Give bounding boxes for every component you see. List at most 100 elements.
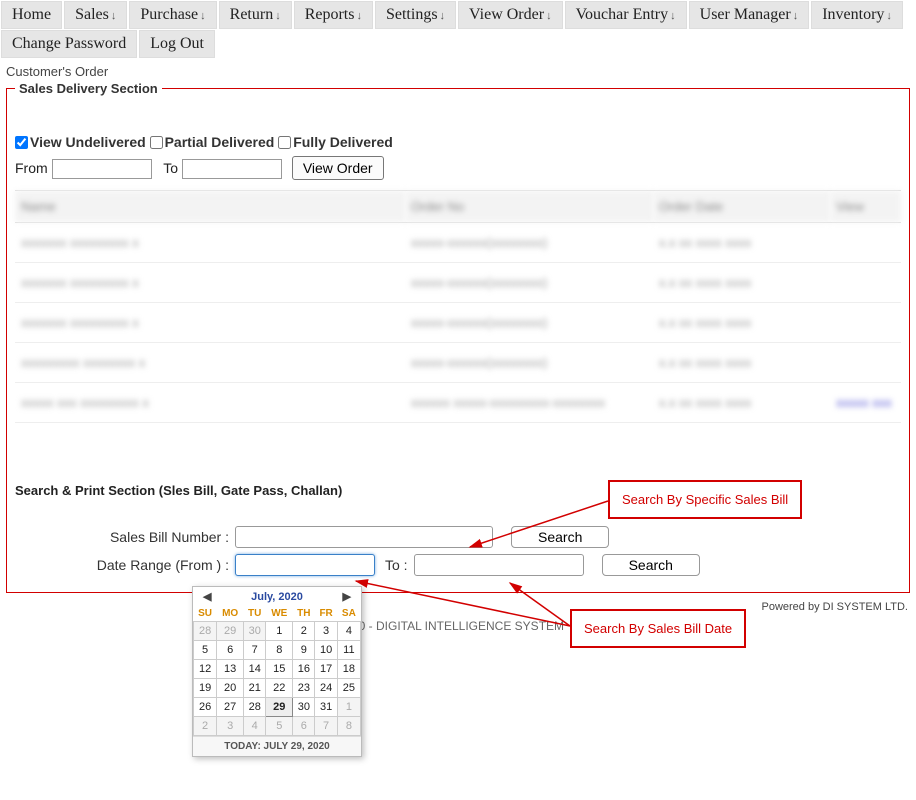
calendar-day[interactable]: 5	[266, 717, 293, 736]
checkbox-undelivered[interactable]	[15, 136, 28, 149]
calendar-day[interactable]: 31	[315, 698, 337, 717]
calendar-day[interactable]: 24	[315, 679, 337, 698]
calendar-day[interactable]: 1	[266, 622, 293, 641]
nav-log-out[interactable]: Log Out	[139, 30, 215, 58]
calendar-day[interactable]: 30	[244, 622, 266, 641]
table-cell: xxxxx-xxxxxx(xxxxxxxx)	[405, 343, 653, 383]
calendar-day[interactable]: 3	[315, 622, 337, 641]
calendar-day[interactable]: 4	[244, 717, 266, 736]
table-cell: x.x xx xxxx xxxx	[653, 303, 830, 343]
table-header: Order Date	[653, 191, 830, 223]
calendar-day[interactable]: 11	[337, 641, 360, 660]
calendar-day[interactable]: 27	[217, 698, 244, 717]
date-from-input[interactable]	[235, 554, 375, 576]
bill-search-button[interactable]: Search	[511, 526, 609, 548]
calendar-day[interactable]: 8	[337, 717, 360, 736]
calendar-day[interactable]: 3	[217, 717, 244, 736]
chevron-down-icon: ↓	[670, 10, 676, 22]
date-to-input[interactable]	[414, 554, 584, 576]
calendar-prev-icon[interactable]: ◀	[197, 590, 217, 603]
calendar-day[interactable]: 7	[315, 717, 337, 736]
filter-fully-label: Fully Delivered	[293, 134, 393, 150]
calendar-day[interactable]: 18	[337, 660, 360, 679]
from-date-input[interactable]	[52, 159, 152, 179]
calendar-next-icon[interactable]: ▶	[337, 590, 357, 603]
calendar-day[interactable]: 13	[217, 660, 244, 679]
calendar-day[interactable]: 5	[194, 641, 217, 660]
calendar-day[interactable]: 9	[293, 641, 315, 660]
calendar-day[interactable]: 22	[266, 679, 293, 698]
table-row: xxxxxxxxx xxxxxxxx xxxxxx-xxxxxx(xxxxxxx…	[15, 343, 901, 383]
calendar-day[interactable]: 12	[194, 660, 217, 679]
calendar-today-footer[interactable]: TODAY: JULY 29, 2020	[193, 736, 361, 756]
calendar-day[interactable]: 29	[217, 622, 244, 641]
calendar-day[interactable]: 21	[244, 679, 266, 698]
nav-change-password[interactable]: Change Password	[1, 30, 137, 58]
calendar-day[interactable]: 28	[244, 698, 266, 717]
calendar-day[interactable]: 23	[293, 679, 315, 698]
filter-fully[interactable]: Fully Delivered	[278, 134, 393, 150]
nav-reports[interactable]: Reports↓	[294, 1, 373, 29]
calendar-day[interactable]: 29	[266, 698, 293, 717]
calendar-popup[interactable]: ◀ July, 2020 ▶ SUMOTUWETHFRSA 2829301234…	[192, 586, 362, 757]
calendar-day[interactable]: 1	[337, 698, 360, 717]
table-cell	[830, 263, 901, 303]
calendar-day[interactable]: 4	[337, 622, 360, 641]
calendar-day[interactable]: 8	[266, 641, 293, 660]
table-cell: x.x xx xxxx xxxx	[653, 383, 830, 423]
calendar-day[interactable]: 10	[315, 641, 337, 660]
table-cell: xxxxx-xxxxxx(xxxxxxxx)	[405, 303, 653, 343]
top-nav: HomeSales↓Purchase↓Return↓Reports↓Settin…	[0, 0, 916, 58]
calendar-day[interactable]: 15	[266, 660, 293, 679]
nav-view-order[interactable]: View Order↓	[458, 1, 563, 29]
powered-by: Powered by DI SYSTEM LTD.	[0, 601, 908, 613]
section-legend: Sales Delivery Section	[15, 81, 162, 96]
filter-undelivered-label: View Undelivered	[30, 134, 146, 150]
nav-settings[interactable]: Settings↓	[375, 1, 456, 29]
table-row: xxxxxxx xxxxxxxxx xxxxxx-xxxxxx(xxxxxxxx…	[15, 263, 901, 303]
calendar-day[interactable]: 2	[293, 622, 315, 641]
calendar-day[interactable]: 2	[194, 717, 217, 736]
bill-number-label: Sales Bill Number :	[75, 529, 235, 545]
nav-return[interactable]: Return↓	[219, 1, 292, 29]
calendar-title[interactable]: July, 2020	[217, 591, 336, 603]
calendar-day[interactable]: 14	[244, 660, 266, 679]
calendar-dow: TH	[293, 606, 315, 622]
calendar-day[interactable]: 6	[293, 717, 315, 736]
table-header: Order No	[405, 191, 653, 223]
table-cell: x.x xx xxxx xxxx	[653, 263, 830, 303]
bill-search-row: Sales Bill Number : Search	[75, 526, 901, 548]
calendar-day[interactable]: 16	[293, 660, 315, 679]
table-row: xxxxxxx xxxxxxxxx xxxxxx-xxxxxx(xxxxxxxx…	[15, 303, 901, 343]
calendar-day[interactable]: 17	[315, 660, 337, 679]
filter-partial[interactable]: Partial Delivered	[150, 134, 275, 150]
date-range-label: Date Range (From ) :	[75, 557, 235, 573]
table-header: Name	[15, 191, 405, 223]
calendar-day[interactable]: 7	[244, 641, 266, 660]
view-order-button[interactable]: View Order	[292, 156, 384, 180]
table-row: xxxxxxx xxxxxxxxx xxxxxx-xxxxxx(xxxxxxxx…	[15, 223, 901, 263]
calendar-day[interactable]: 28	[194, 622, 217, 641]
calendar-day[interactable]: 19	[194, 679, 217, 698]
checkbox-partial[interactable]	[150, 136, 163, 149]
bill-number-input[interactable]	[235, 526, 493, 548]
calendar-day[interactable]: 26	[194, 698, 217, 717]
table-cell[interactable]: xxxxx xxx	[830, 383, 901, 423]
calendar-day[interactable]: 25	[337, 679, 360, 698]
nav-user-manager[interactable]: User Manager↓	[689, 1, 810, 29]
calendar-day[interactable]: 6	[217, 641, 244, 660]
nav-vouchar-entry[interactable]: Vouchar Entry↓	[565, 1, 687, 29]
date-search-button[interactable]: Search	[602, 554, 700, 576]
calendar-day[interactable]: 20	[217, 679, 244, 698]
checkbox-fully[interactable]	[278, 136, 291, 149]
nav-home[interactable]: Home	[1, 1, 62, 29]
nav-inventory[interactable]: Inventory↓	[811, 1, 903, 29]
delivery-filters: View Undelivered Partial Delivered Fully…	[15, 134, 901, 150]
nav-sales[interactable]: Sales↓	[64, 1, 127, 29]
filter-partial-label: Partial Delivered	[165, 134, 275, 150]
calendar-day[interactable]: 30	[293, 698, 315, 717]
nav-purchase[interactable]: Purchase↓	[129, 1, 216, 29]
filter-undelivered[interactable]: View Undelivered	[15, 134, 146, 150]
to-date-input[interactable]	[182, 159, 282, 179]
to-label: To	[163, 160, 178, 176]
